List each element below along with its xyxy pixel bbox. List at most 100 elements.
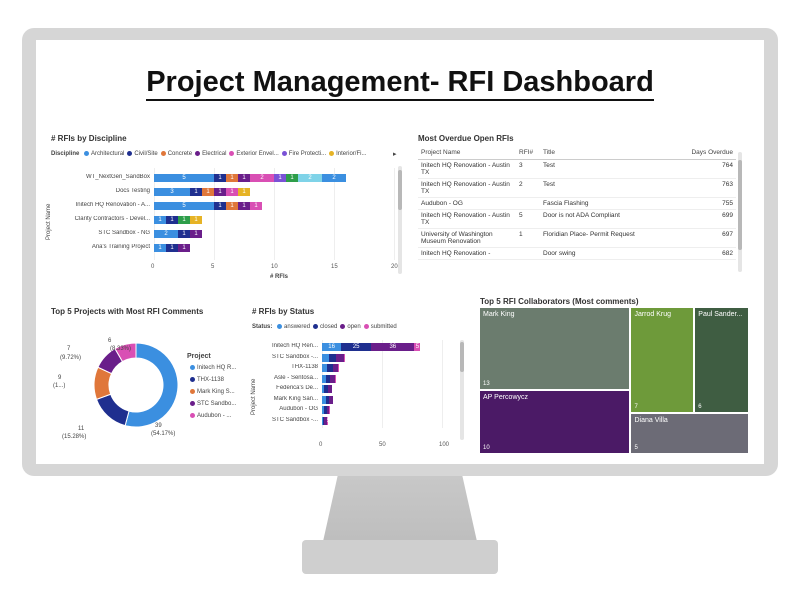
column-header-rfi[interactable]: RFI#	[516, 146, 540, 160]
discipline-scrollbar[interactable]	[398, 166, 402, 274]
status-legend-item[interactable]: submitted	[361, 324, 397, 330]
table-scroll-thumb[interactable]	[738, 160, 742, 250]
legend-item-label: Electrical	[202, 151, 227, 158]
stacked-bar[interactable]	[322, 406, 331, 414]
bar-segment[interactable]	[329, 395, 333, 404]
stacked-bar[interactable]: 5	[322, 416, 328, 425]
bar-segment[interactable]: 1	[178, 230, 190, 238]
bar-segment[interactable]: 16	[322, 343, 342, 351]
bar-segment[interactable]	[336, 353, 344, 362]
bar-segment[interactable]: 1	[274, 174, 286, 182]
column-header-project[interactable]: Project Name	[418, 146, 516, 160]
column-header-days-overdue[interactable]: Days Overdue	[680, 146, 736, 160]
bar-segment[interactable]	[337, 364, 339, 372]
table-row[interactable]: Initech HQ Renovation - Austin TX 3 Test 76…	[418, 159, 736, 179]
status-scroll-thumb[interactable]	[460, 342, 464, 372]
table-row[interactable]: Initech HQ Renovation - Austin TX 5 Door i…	[418, 209, 736, 229]
stacked-bar[interactable]: 211	[154, 230, 202, 238]
y-category-label: Docs Testing	[115, 188, 150, 194]
bar-segment[interactable]	[329, 406, 331, 414]
bar-segment[interactable]: 5	[154, 202, 214, 210]
bar-segment[interactable]: 1	[190, 230, 202, 238]
legend-next-arrow-icon[interactable]: ▸	[393, 150, 397, 158]
table-row[interactable]: University of Washington Museum Renovati…	[418, 228, 736, 248]
stacked-bar[interactable]	[322, 395, 333, 404]
bar-segment[interactable]: 1	[190, 216, 202, 224]
donut-label-39: 39	[155, 423, 162, 429]
bar-segment[interactable]: 2	[298, 174, 322, 182]
stacked-bar[interactable]: 311111	[154, 188, 250, 196]
y-category-label: Audubon - OG	[279, 406, 318, 412]
status-legend-item[interactable]: answered	[274, 324, 310, 330]
bar-segment[interactable]	[335, 374, 337, 383]
bar-segment[interactable]: 1	[238, 174, 250, 182]
bar-segment[interactable]: 5	[414, 343, 421, 351]
table-row[interactable]: Initech HQ Renovation - Door swing 682	[418, 247, 736, 260]
bar-segment[interactable]: 36	[371, 343, 415, 351]
treemap-tile[interactable]: Diana Villa 5	[630, 413, 749, 454]
bar-segment[interactable]: 1	[190, 188, 202, 196]
stacked-bar[interactable]: 16 25 36 5	[322, 343, 421, 351]
cell-title: Door swing	[540, 247, 680, 260]
bar-segment[interactable]	[343, 353, 345, 362]
discipline-legend-item[interactable]: Architectural	[81, 151, 124, 157]
treemap-tile-value: 6	[698, 404, 702, 411]
table-row[interactable]: Audubon - OG Fascia Flashing 755	[418, 197, 736, 210]
bar-segment[interactable]: 1	[214, 174, 226, 182]
discipline-legend-item[interactable]: Civil/Site	[124, 151, 158, 157]
stacked-bar[interactable]: 111	[154, 244, 190, 252]
stacked-bar[interactable]: 511121122	[154, 174, 346, 182]
bar-segment[interactable]: 2	[250, 174, 274, 182]
bar-segment[interactable]: 1	[178, 216, 190, 224]
bar-segment[interactable]: 3	[154, 188, 190, 196]
bar-segment[interactable]: 1	[214, 188, 226, 196]
treemap-tile[interactable]: Mark King 13	[479, 307, 631, 391]
bar-segment[interactable]: 2	[322, 174, 346, 182]
status-legend-item[interactable]: open	[337, 324, 361, 330]
stacked-bar[interactable]	[322, 385, 332, 393]
stacked-bar[interactable]	[322, 353, 345, 362]
table-scrollbar[interactable]	[738, 152, 742, 272]
discipline-legend-item[interactable]: Fire Protecti...	[279, 151, 326, 157]
stacked-bar[interactable]	[322, 374, 337, 383]
bar-segment[interactable]: 1	[202, 188, 214, 196]
treemap-tile[interactable]: AP Percowycz 10	[479, 390, 631, 454]
status-scrollbar[interactable]	[460, 340, 464, 440]
status-legend-item[interactable]: closed	[310, 324, 337, 330]
discipline-legend-item[interactable]: Concrete	[158, 151, 192, 157]
bar-segment[interactable]: 1	[226, 174, 238, 182]
stacked-bar[interactable]: 1111	[154, 216, 202, 224]
treemap-tile[interactable]: Jarrod Krug 7	[630, 307, 695, 414]
bar-segment[interactable]: 1	[226, 188, 238, 196]
treemap-tile[interactable]: Paul Sander... 6	[694, 307, 749, 414]
bar-segment[interactable]: 1	[166, 244, 178, 252]
bar-segment[interactable]: 1	[178, 244, 190, 252]
bar-segment[interactable]: 1	[238, 188, 250, 196]
dashboard-title: Project Management- RFI Dashboard	[36, 66, 764, 101]
discipline-legend-item[interactable]: Electrical	[192, 151, 226, 157]
bar-segment[interactable]: 5	[326, 416, 328, 425]
bar-segment[interactable]: 1	[250, 202, 262, 210]
stacked-bar[interactable]: 51111	[154, 202, 262, 210]
stacked-bar[interactable]	[322, 364, 339, 372]
bar-segment[interactable]	[322, 353, 330, 362]
bar-segment[interactable]: 1	[154, 216, 166, 224]
discipline-legend-item[interactable]: Interior/Fi...	[326, 151, 366, 157]
bar-segment[interactable]: 1	[166, 216, 178, 224]
bar-segment[interactable]: 1	[286, 174, 298, 182]
bar-segment[interactable]: 1	[238, 202, 250, 210]
discipline-scroll-thumb[interactable]	[398, 170, 402, 210]
bar-segment[interactable]	[329, 353, 337, 362]
donut-slice[interactable]	[95, 393, 130, 427]
bar-segment[interactable]: 1	[226, 202, 238, 210]
bar-segment[interactable]: 25	[341, 343, 372, 351]
bar-segment[interactable]: 5	[154, 174, 214, 182]
bar-segment[interactable]: 1	[154, 244, 166, 252]
column-header-title[interactable]: Title	[540, 146, 680, 160]
discipline-legend-item[interactable]: Exterior Envel...	[226, 151, 279, 157]
bar-segment[interactable]	[327, 385, 332, 393]
bar-segment[interactable]: 1	[214, 202, 226, 210]
table-row[interactable]: Initech HQ Renovation - Austin TX 2 Test 76…	[418, 178, 736, 198]
y-category-label: STC Sandbox -...	[271, 416, 318, 423]
bar-segment[interactable]: 2	[154, 230, 178, 238]
